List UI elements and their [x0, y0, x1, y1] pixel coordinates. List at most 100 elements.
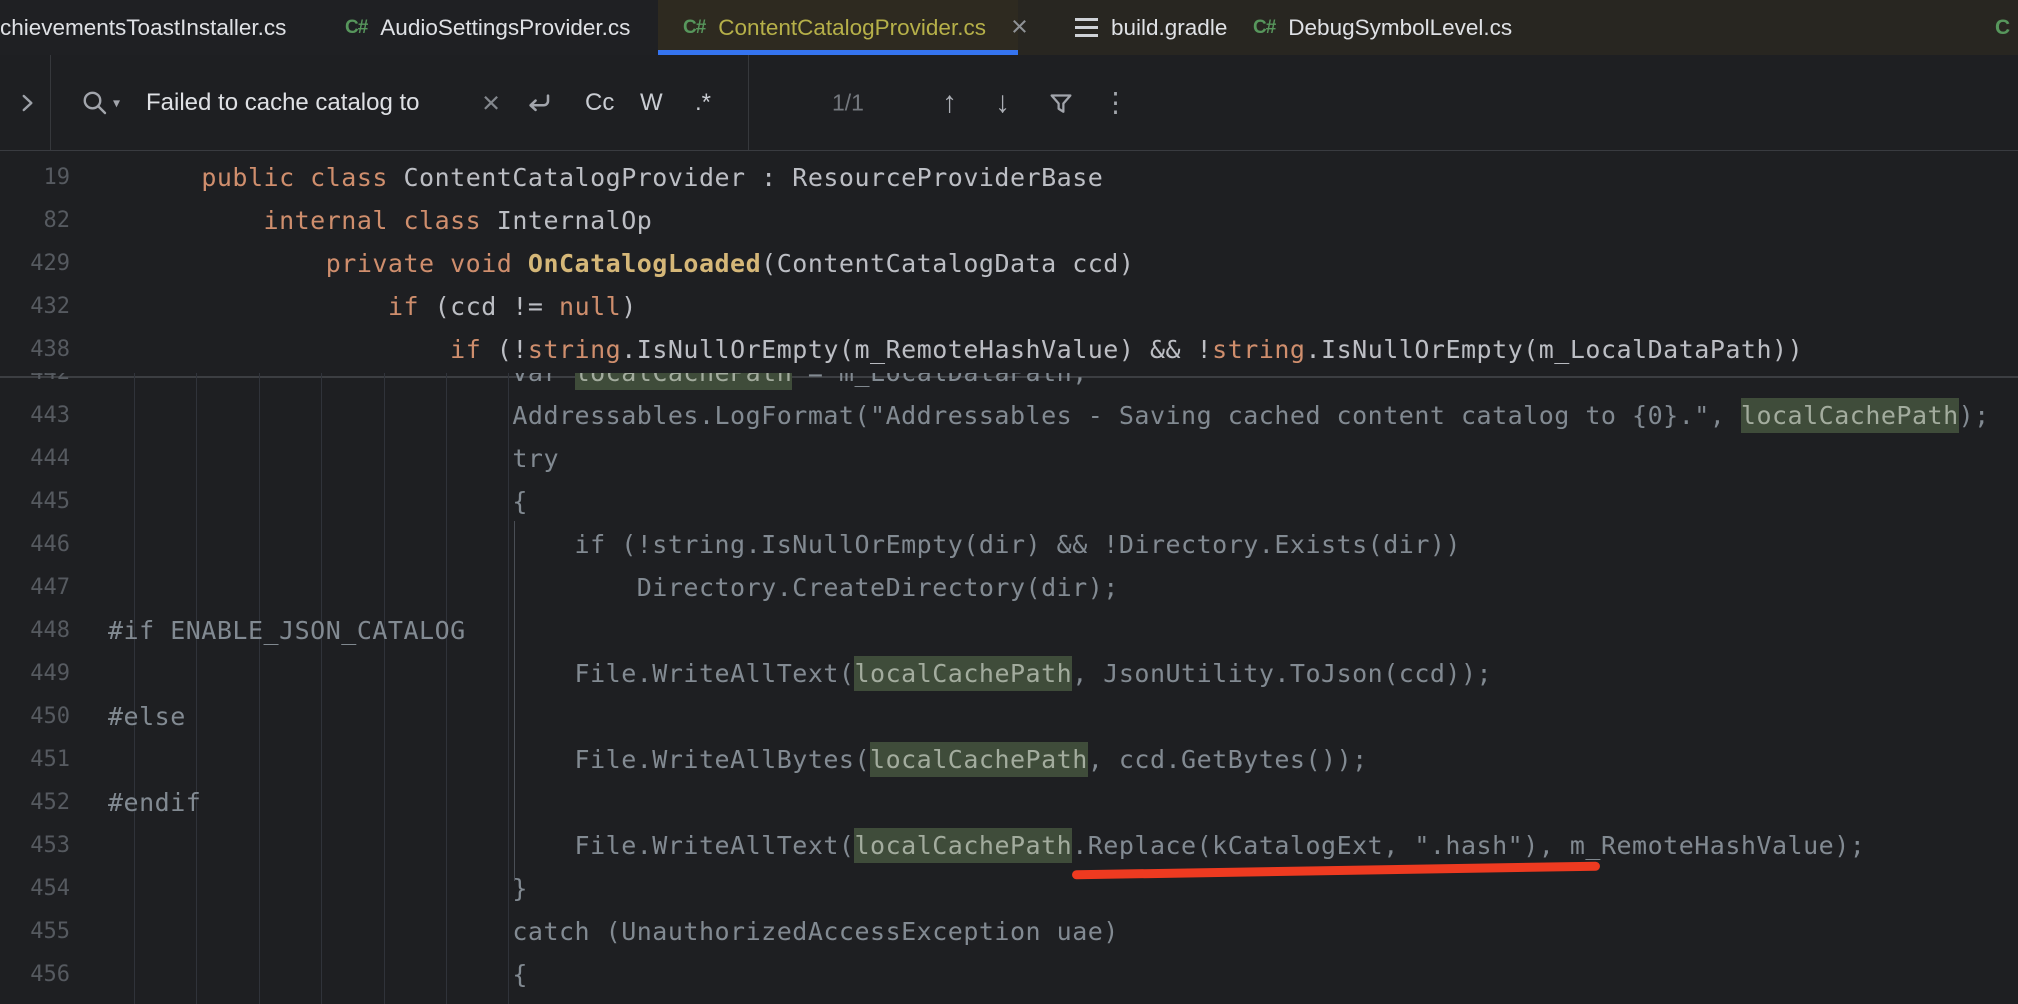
code-line-449[interactable]: 449 File.WriteAllText(localCachePath, Js… [0, 652, 2018, 695]
csharp-file-icon: C# [683, 17, 705, 39]
line-number: 445 [0, 489, 70, 514]
code-text: try [108, 444, 559, 473]
line-number: 429 [0, 251, 70, 276]
toolbar-divider [50, 55, 51, 150]
line-number: 432 [0, 294, 70, 319]
code-line-453[interactable]: 453 File.WriteAllText(localCachePath.Rep… [0, 824, 2018, 867]
code-text: private void OnCatalogLoaded(ContentCata… [108, 249, 1134, 278]
previous-occurrence-icon[interactable]: ↑ [942, 86, 957, 120]
code-text: if (!string.IsNullOrEmpty(dir) && !Direc… [108, 530, 1461, 559]
line-number: 444 [0, 446, 70, 471]
code-line-447[interactable]: 447 Directory.CreateDirectory(dir); [0, 566, 2018, 609]
occurrence-highlight: localCachePath [1741, 401, 1959, 430]
tab-audio-settings-provider[interactable]: C# AudioSettingsProvider.cs [345, 0, 630, 55]
line-number: 82 [0, 208, 70, 233]
whole-words-toggle[interactable]: W [640, 89, 663, 117]
tab-label: ContentCatalogProvider.cs [718, 15, 986, 41]
search-history-caret-icon[interactable]: ▾ [113, 94, 120, 111]
filter-icon[interactable] [1046, 88, 1076, 118]
line-number: 450 [0, 704, 70, 729]
code-text: { [108, 487, 528, 516]
tab-label: AudioSettingsProvider.cs [380, 15, 630, 41]
code-text: if (ccd != null) [108, 292, 637, 321]
code-line-448[interactable]: 448 #if ENABLE_JSON_CATALOG [0, 609, 2018, 652]
code-text: File.WriteAllText(localCachePath, JsonUt… [108, 659, 1492, 688]
code-text: catch (UnauthorizedAccessException uae) [108, 917, 1119, 946]
code-line-443[interactable]: 443 Addressables.LogFormat("Addressables… [0, 394, 2018, 437]
code-text: var localCachePath = m_LocalDataPath; [108, 373, 1088, 387]
code-line-429[interactable]: 429 private void OnCatalogLoaded(Content… [0, 242, 2018, 285]
line-number: 442 [0, 373, 70, 385]
occurrence-highlight: localCachePath [575, 373, 793, 387]
line-number: 448 [0, 618, 70, 643]
line-number: 446 [0, 532, 70, 557]
find-toolbar: ▾ Failed to cache catalog to × Cc W .* 1… [0, 55, 2018, 151]
code-line-445[interactable]: 445 { [0, 480, 2018, 523]
occurrence-highlight: localCachePath [870, 745, 1088, 774]
code-text: Addressables.LogFormat("Addressables - S… [108, 401, 1990, 430]
code-text: File.WriteAllText(localCachePath.Replace… [108, 831, 1865, 860]
line-number: 455 [0, 919, 70, 944]
line-number: 453 [0, 833, 70, 858]
code-line-451[interactable]: 451 File.WriteAllBytes(localCachePath, c… [0, 738, 2018, 781]
code-text: { [108, 960, 528, 989]
line-number: 456 [0, 962, 70, 987]
match-case-toggle[interactable]: Cc [585, 89, 614, 117]
occurrence-highlight: localCachePath [854, 831, 1072, 860]
line-number: 438 [0, 337, 70, 362]
code-line-444[interactable]: 444 try [0, 437, 2018, 480]
code-text: #if ENABLE_JSON_CATALOG [108, 616, 466, 645]
tab-debug-symbol-level[interactable]: C# DebugSymbolLevel.cs [1253, 0, 1512, 55]
tab-label: build.gradle [1111, 15, 1227, 41]
collapse-search-chevron-icon[interactable] [14, 90, 40, 116]
code-editor[interactable]: 442 var localCachePath = m_LocalDataPath… [0, 373, 2018, 1004]
ide-window: chievementsToastInstaller.cs C# AudioSet… [0, 0, 2018, 1004]
tab-content-catalog-provider-active[interactable]: C# ContentCatalogProvider.cs × [683, 0, 1028, 55]
csharp-file-icon: C [1995, 16, 2009, 40]
line-number: 449 [0, 661, 70, 686]
line-number: 443 [0, 403, 70, 428]
line-number: 19 [0, 165, 70, 190]
search-icon[interactable] [80, 88, 110, 118]
tab-label: DebugSymbolLevel.cs [1288, 15, 1512, 41]
sticky-context-panel: 19 public class ContentCatalogProvider :… [0, 151, 2018, 378]
code-line-450[interactable]: 450#else [0, 695, 2018, 738]
code-text: public class ContentCatalogProvider : Re… [108, 163, 1103, 192]
regex-toggle[interactable]: .* [695, 89, 711, 117]
editor-tab-bar: chievementsToastInstaller.cs C# AudioSet… [0, 0, 2018, 55]
next-occurrence-icon[interactable]: ↓ [995, 86, 1010, 120]
line-number: 447 [0, 575, 70, 600]
code-line-452[interactable]: 452 #endif [0, 781, 2018, 824]
gradle-file-icon [1075, 18, 1098, 37]
tab-clipped-right[interactable]: C [1995, 0, 2009, 55]
toolbar-divider [748, 55, 749, 150]
code-text: internal class InternalOp [108, 206, 652, 235]
line-number: 454 [0, 876, 70, 901]
occurrence-highlight: localCachePath [854, 659, 1072, 688]
tab-build-gradle[interactable]: build.gradle [1075, 0, 1227, 55]
tab-label: chievementsToastInstaller.cs [0, 15, 286, 41]
code-line-455[interactable]: 455 catch (UnauthorizedAccessException u… [0, 910, 2018, 953]
more-options-kebab-icon[interactable]: ⋮ [1102, 87, 1129, 118]
tab-achievements-toast-installer[interactable]: chievementsToastInstaller.cs [0, 0, 286, 55]
code-text: } [108, 874, 528, 903]
code-line-454[interactable]: 454 } [0, 867, 2018, 910]
code-line-446[interactable]: 446 if (!string.IsNullOrEmpty(dir) && !D… [0, 523, 2018, 566]
tab-close-icon[interactable]: × [1011, 13, 1028, 42]
code-line-82[interactable]: 82 internal class InternalOp [0, 199, 2018, 242]
csharp-file-icon: C# [345, 17, 367, 39]
search-input[interactable]: Failed to cache catalog to [146, 89, 420, 117]
csharp-file-icon: C# [1253, 17, 1275, 39]
code-text: #endif [108, 788, 201, 817]
code-line-456[interactable]: 456 { [0, 953, 2018, 996]
new-line-icon[interactable] [522, 87, 554, 119]
code-line-438[interactable]: 438 if (!string.IsNullOrEmpty(m_RemoteHa… [0, 328, 2018, 371]
code-text: Directory.CreateDirectory(dir); [108, 573, 1119, 602]
line-number: 452 [0, 790, 70, 815]
code-line-432[interactable]: 432 if (ccd != null) [0, 285, 2018, 328]
code-line-19[interactable]: 19 public class ContentCatalogProvider :… [0, 156, 2018, 199]
code-text: if (!string.IsNullOrEmpty(m_RemoteHashVa… [108, 335, 1803, 364]
code-line-442[interactable]: 442 var localCachePath = m_LocalDataPath… [0, 373, 2018, 394]
clear-search-icon[interactable]: × [482, 85, 500, 121]
match-counter: 1/1 [832, 89, 864, 116]
